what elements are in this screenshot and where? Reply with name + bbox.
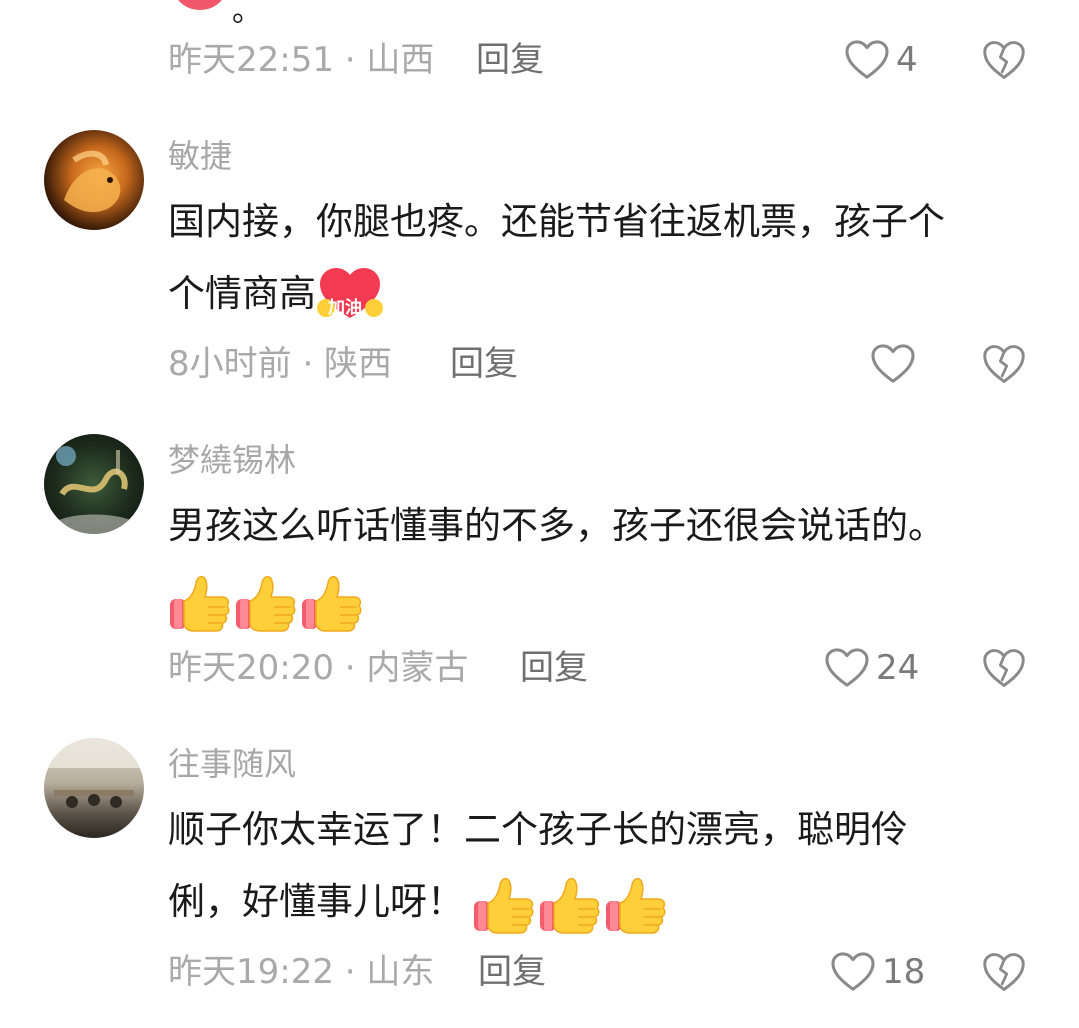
thumbs-up-emoji <box>300 571 364 633</box>
broken-heart-icon[interactable] <box>982 38 1026 82</box>
like-button[interactable]: 4 <box>844 36 918 84</box>
reply-button[interactable]: 回复 <box>450 336 518 392</box>
comment-text: 国内接，你腿也疼。还能节省往返机票，孩子个 个情商高 加油 <box>168 186 1038 330</box>
reply-button[interactable]: 回复 <box>476 32 544 88</box>
thumbs-up-emoji <box>538 873 602 935</box>
thumbs-up-emoji <box>604 873 668 935</box>
heart-outline-icon <box>824 647 870 689</box>
partial-text-fragment: 。 <box>232 0 262 29</box>
avatar[interactable] <box>44 130 144 230</box>
dragon-avatar-image <box>54 446 136 534</box>
heart-outline-icon <box>830 951 876 993</box>
thumbs-up-emoji <box>472 873 536 935</box>
username[interactable]: 往事随风 <box>168 742 296 786</box>
broken-heart-icon[interactable] <box>982 646 1026 690</box>
like-count: 18 <box>882 952 926 992</box>
like-count: 4 <box>896 40 918 80</box>
comment-text: 顺子你太幸运了！二个孩子长的漂亮，聪明伶 俐，好懂事儿呀！ <box>168 794 1038 938</box>
broken-heart-icon[interactable] <box>982 950 1026 994</box>
reply-button[interactable]: 回复 <box>478 944 546 1000</box>
avatar[interactable] <box>44 738 144 838</box>
comment-text: 男孩这么听话懂事的不多，孩子还很会说话的。 <box>168 490 1038 636</box>
room-avatar-image <box>44 738 144 808</box>
jiayou-sticker-icon: 加油 <box>316 262 384 322</box>
username[interactable]: 梦繞锡林 <box>168 438 296 482</box>
broken-heart-icon[interactable] <box>982 342 1026 386</box>
reply-button[interactable]: 回复 <box>520 640 588 696</box>
heart-outline-icon <box>870 343 916 385</box>
comment-text-fragment: 俐，好懂事儿呀！ <box>168 880 464 923</box>
username[interactable]: 敏捷 <box>168 134 232 178</box>
thumbs-up-emoji <box>168 571 232 633</box>
comment-text-line: 男孩这么听话懂事的不多，孩子还很会说话的。 <box>168 504 945 547</box>
comment-meta: 8小时前 · 陕西 <box>168 344 393 384</box>
partial-heart-emoji <box>172 0 228 18</box>
comment-meta-row: 昨天20:20 · 内蒙古 回复 24 <box>168 640 1048 696</box>
comment-meta: 昨天20:20 · 内蒙古 <box>168 648 469 688</box>
comment-meta: 昨天19:22 · 山东 <box>168 952 435 992</box>
comment-meta-row: 昨天22:51 · 山西 回复 4 <box>168 32 1048 88</box>
like-button[interactable] <box>870 340 922 388</box>
like-count: 24 <box>876 648 920 688</box>
comment-text-line: 顺子你太幸运了！二个孩子长的漂亮，聪明伶 <box>168 808 908 851</box>
comment-text-fragment: 个情商高 <box>168 272 316 315</box>
comment-meta-row: 8小时前 · 陕西 回复 <box>168 336 1048 392</box>
comment-text-line-with-emoji: 俐，好懂事儿呀！ <box>168 866 1038 938</box>
comment-text-line: 国内接，你腿也疼。还能节省往返机票，孩子个 <box>168 200 945 243</box>
like-button[interactable]: 18 <box>830 948 925 996</box>
comment-text-line-with-sticker: 个情商高 加油 <box>168 258 1038 330</box>
comment-meta: 昨天22:51 · 山西 <box>168 40 435 80</box>
heart-outline-icon <box>844 39 890 81</box>
comment-meta-row: 昨天19:22 · 山东 回复 18 <box>168 944 1048 1000</box>
thumbs-up-emoji <box>234 571 298 633</box>
like-button[interactable]: 24 <box>824 644 919 692</box>
emoji-row <box>168 562 1038 636</box>
avatar[interactable] <box>44 434 144 534</box>
fish-avatar-image <box>64 150 121 213</box>
sticker-label: 加油 <box>328 297 362 318</box>
